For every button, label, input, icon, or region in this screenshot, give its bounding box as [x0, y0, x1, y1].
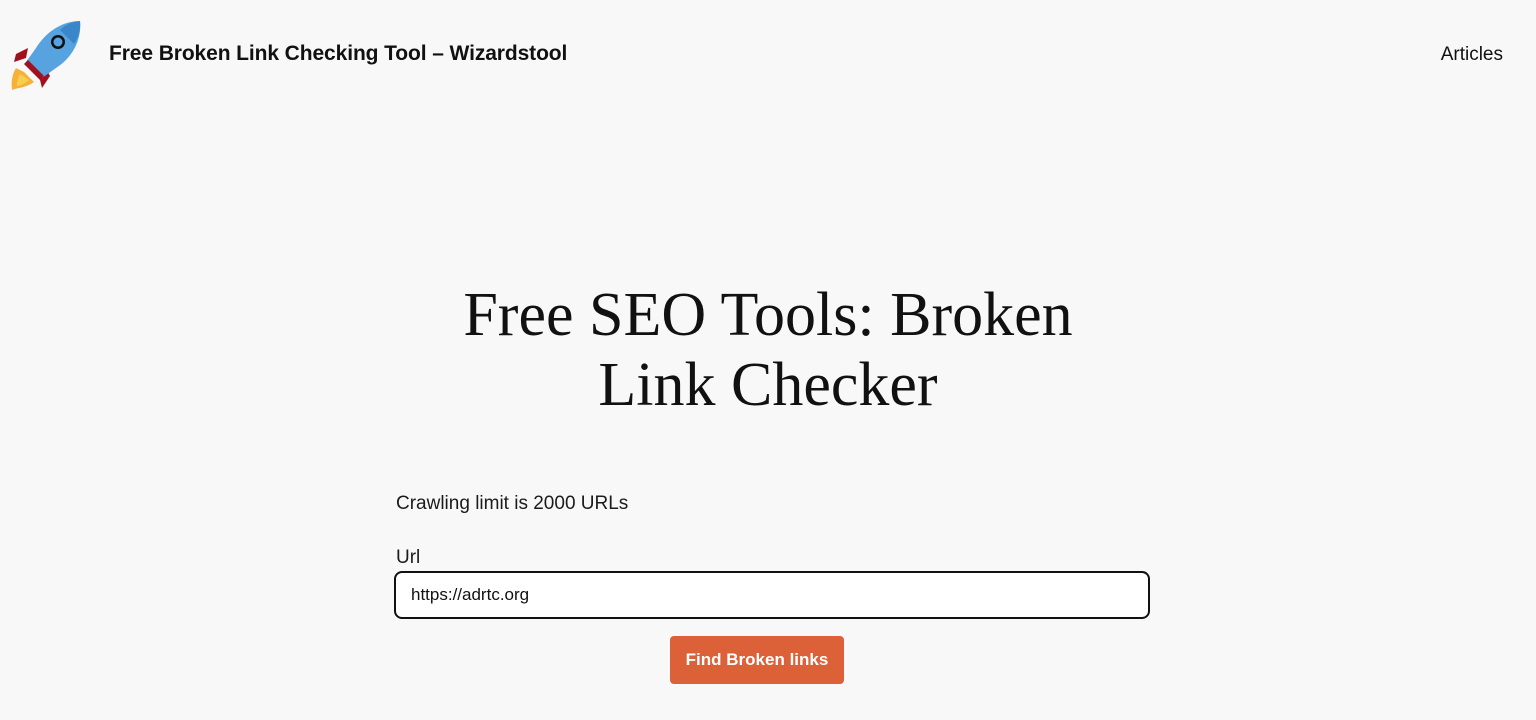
find-broken-links-button[interactable]: Find Broken links [670, 636, 844, 684]
page-title-line-2: Link Checker [598, 351, 938, 419]
url-input[interactable] [394, 571, 1150, 619]
nav-articles-link[interactable]: Articles [1441, 44, 1503, 66]
page-title-line-1: Free SEO Tools: Broken [463, 281, 1073, 349]
url-label: Url [396, 547, 421, 568]
site-title-link[interactable]: Free Broken Link Checking Tool – Wizards… [109, 42, 567, 66]
rocket-icon [11, 21, 81, 90]
site-logo-link[interactable] [10, 18, 84, 92]
crawling-limit-note: Crawling limit is 2000 URLs [396, 493, 629, 514]
page-title: Free SEO Tools: Broken Link Checker [0, 280, 1536, 420]
site-header: Free Broken Link Checking Tool – Wizards… [0, 0, 1536, 110]
